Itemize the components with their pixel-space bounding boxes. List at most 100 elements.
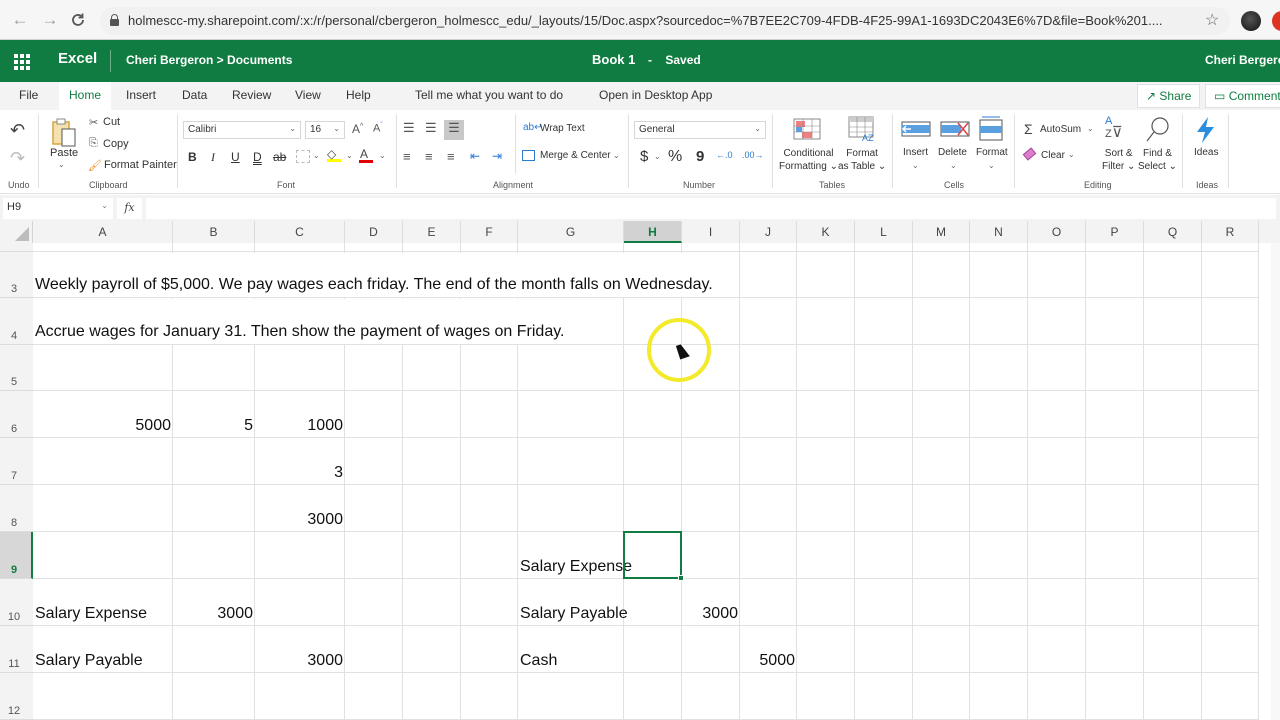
cell-a11[interactable]: Salary Payable — [35, 651, 143, 671]
cell-a10[interactable]: Salary Expense — [35, 604, 147, 624]
format-as-table-button[interactable]: Format as Table ⌄ — [838, 147, 886, 173]
cell-i10[interactable]: 3000 — [682, 604, 738, 624]
name-box[interactable]: H9 ⌄ — [3, 198, 113, 219]
column-header-g[interactable]: G — [518, 221, 624, 243]
row-header-4[interactable]: 4 — [0, 298, 33, 345]
bold-button[interactable]: B — [188, 150, 197, 164]
decrease-font-icon[interactable]: Aˇ — [373, 122, 383, 135]
align-right-icon[interactable]: ≡ — [447, 149, 455, 164]
comments-button[interactable]: ▭ Comments — [1205, 84, 1280, 108]
chevron-down-icon[interactable]: ⌄ — [313, 151, 320, 160]
align-middle-icon[interactable]: ☰ — [425, 120, 437, 136]
fill-color-icon[interactable]: ◇ — [327, 147, 341, 162]
url-text[interactable]: holmescc-my.sharepoint.com/:x:/r/persona… — [128, 13, 1163, 28]
row-header-12[interactable]: 12 — [0, 673, 33, 720]
chevron-down-icon[interactable]: ⌄ — [613, 151, 620, 160]
undo-icon[interactable]: ↶ — [10, 120, 25, 141]
increase-font-icon[interactable]: A^ — [352, 122, 363, 136]
row-header-2[interactable] — [0, 243, 33, 252]
column-header-j[interactable]: J — [740, 221, 797, 243]
paste-button[interactable]: Paste — [50, 147, 78, 159]
forward-icon[interactable]: → — [40, 10, 60, 30]
column-header-k[interactable]: K — [797, 221, 855, 243]
document-title[interactable]: Book 1 — [592, 52, 635, 67]
spreadsheet-grid[interactable]: A B C D E F G H I J K L M N O P Q R 3 4 5 6 7 8 9 10 11 12 Weekly pa… — [0, 221, 1280, 720]
column-header-a[interactable]: A — [33, 221, 173, 243]
align-top-icon[interactable]: ☰ — [403, 120, 415, 136]
cell-c11[interactable]: 3000 — [255, 651, 343, 671]
borders-icon[interactable] — [296, 150, 310, 163]
breadcrumb[interactable]: Cheri Bergeron > Documents — [126, 53, 292, 67]
profile-avatar[interactable] — [1241, 11, 1261, 31]
bookmark-star-icon[interactable]: ☆ — [1205, 10, 1219, 30]
cell-b6[interactable]: 5 — [173, 416, 253, 436]
comma-style-button[interactable]: 9 — [696, 148, 704, 165]
row-header-5[interactable]: 5 — [0, 345, 33, 391]
increase-decimal-icon[interactable]: ←.0 — [716, 150, 733, 160]
column-header-f[interactable]: F — [461, 221, 518, 243]
open-in-desktop-app[interactable]: Open in Desktop App — [599, 88, 712, 102]
column-header-i[interactable]: I — [682, 221, 740, 243]
back-icon[interactable]: ← — [10, 10, 30, 30]
chevron-down-icon[interactable]: ⌄ — [346, 151, 353, 160]
row-header-7[interactable]: 7 — [0, 438, 33, 485]
tab-data[interactable]: Data — [182, 88, 207, 102]
tab-file[interactable]: File — [19, 88, 38, 102]
user-name[interactable]: Cheri Bergeron — [1205, 53, 1280, 67]
tab-view[interactable]: View — [295, 88, 321, 102]
cell-g11[interactable]: Cash — [520, 651, 557, 671]
insert-cells-button[interactable]: Insert — [903, 147, 928, 158]
chevron-down-icon[interactable]: ⌄ — [912, 161, 919, 170]
strikethrough-button[interactable]: ab — [273, 150, 286, 164]
row-header-11[interactable]: 11 — [0, 626, 33, 673]
underline-button[interactable]: U — [231, 150, 240, 164]
paste-icon[interactable] — [51, 118, 76, 147]
double-underline-button[interactable]: D — [253, 150, 262, 164]
row-header-6[interactable]: 6 — [0, 391, 33, 438]
fill-handle[interactable] — [678, 575, 684, 581]
sort-filter-button[interactable]: Sort & Filter ⌄ — [1102, 147, 1135, 173]
column-header-n[interactable]: N — [970, 221, 1028, 243]
chevron-down-icon[interactable]: ⌄ — [379, 151, 386, 160]
cell-g10[interactable]: Salary Payable — [520, 604, 628, 624]
column-header-o[interactable]: O — [1028, 221, 1086, 243]
number-format-select[interactable]: General ⌄ — [634, 121, 766, 139]
paste-dropdown-icon[interactable]: ⌄ — [58, 160, 65, 169]
percent-button[interactable]: % — [668, 148, 682, 166]
row-header-3[interactable]: 3 — [0, 252, 33, 298]
redo-icon[interactable]: ↷ — [10, 148, 25, 169]
find-select-button[interactable]: Find & Select ⌄ — [1138, 147, 1177, 173]
column-header-m[interactable]: M — [913, 221, 970, 243]
chevron-down-icon[interactable]: ⌄ — [1068, 150, 1075, 159]
column-header-e[interactable]: E — [403, 221, 461, 243]
app-name[interactable]: Excel — [58, 50, 97, 67]
chevron-down-icon[interactable]: ⌄ — [1087, 124, 1094, 133]
align-bottom-icon[interactable]: ☰ — [444, 120, 464, 140]
conditional-formatting-button[interactable]: Conditional Formatting ⌄ — [779, 147, 838, 173]
app-launcher-icon[interactable] — [14, 54, 30, 70]
cell-a4[interactable]: Accrue wages for January 31. Then show t… — [35, 299, 571, 344]
cell-g9[interactable]: Salary Expense — [520, 557, 632, 577]
cell-c6[interactable]: 1000 — [255, 416, 343, 436]
cell-j11[interactable]: 5000 — [740, 651, 795, 671]
font-family-select[interactable]: Calibri ⌄ — [183, 121, 301, 139]
share-button[interactable]: ↗ Share — [1137, 84, 1201, 108]
copy-button[interactable]: Copy — [103, 138, 129, 150]
cell-a6[interactable]: 5000 — [33, 416, 171, 436]
extension-icon[interactable] — [1272, 11, 1280, 31]
row-header-8[interactable]: 8 — [0, 485, 33, 532]
currency-button[interactable]: $ — [640, 148, 648, 165]
increase-indent-icon[interactable]: ⇥ — [492, 149, 502, 163]
cell-c8[interactable]: 3000 — [255, 510, 343, 530]
column-header-d[interactable]: D — [345, 221, 403, 243]
select-all-corner[interactable] — [0, 221, 33, 243]
chevron-down-icon[interactable]: ⌄ — [101, 201, 108, 210]
align-center-icon[interactable]: ≡ — [425, 149, 433, 164]
column-header-h[interactable]: H — [624, 221, 682, 243]
fx-icon[interactable]: fx — [117, 198, 142, 219]
font-size-select[interactable]: 16 ⌄ — [305, 121, 345, 139]
row-header-10[interactable]: 10 — [0, 579, 33, 626]
wrap-text-button[interactable]: Wrap Text — [540, 123, 585, 134]
decrease-decimal-icon[interactable]: .00→ — [742, 150, 764, 160]
reload-icon[interactable] — [68, 10, 88, 30]
